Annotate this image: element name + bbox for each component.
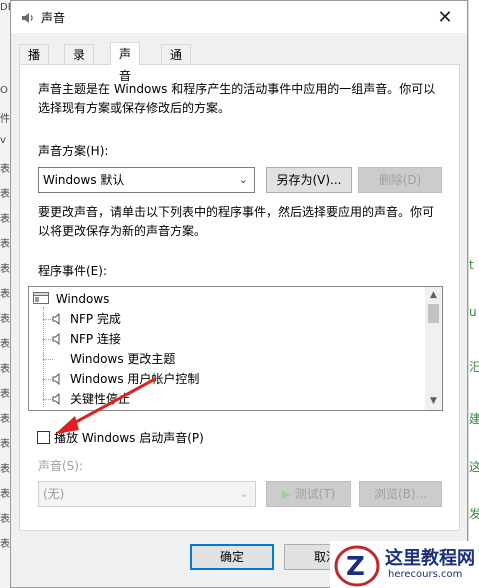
scroll-up-icon[interactable]: ▲ [425, 287, 442, 304]
watermark-logo-icon: Z [334, 545, 380, 587]
list-item-label: NFP 连接 [70, 332, 121, 346]
watermark-title: 这里教程网 [385, 548, 475, 569]
scheme-label: 声音方案(H): [38, 144, 109, 158]
speaker-icon [52, 333, 60, 345]
background-text-fragment: 件 [0, 114, 10, 125]
background-text-fragment: t [469, 258, 474, 272]
title-bar: 声音 ✕ [11, 1, 467, 33]
tab-communications[interactable]: 通信 [161, 44, 192, 82]
background-text-fragment: 表 [0, 289, 10, 300]
background-text-fragment: 发 [469, 507, 479, 521]
background-text-fragment: 表 [0, 439, 10, 450]
ok-button[interactable]: 确定 [190, 544, 274, 570]
scroll-down-icon[interactable]: ▼ [425, 393, 442, 410]
sound-value: (无) [43, 487, 65, 501]
play-icon: ▶ [281, 487, 291, 501]
list-item-label: NFP 完成 [70, 312, 121, 326]
background-text-fragment: O [0, 85, 8, 96]
close-icon: ✕ [437, 6, 453, 28]
background-text-fragment: 表 [0, 264, 10, 275]
tree-connector [43, 359, 53, 360]
background-text-fragment: 表 [0, 364, 10, 375]
sound-label: 声音(S): [38, 459, 84, 473]
scheme-dropdown[interactable]: Windows 默认 ⌄ [38, 167, 255, 193]
list-item-label: Windows [55, 292, 110, 306]
tab-recording[interactable]: 录制 [64, 44, 95, 82]
background-text-fragment: 表 [0, 339, 10, 350]
scheme-value: Windows 默认 [43, 173, 125, 187]
background-text-fragment: 表 [0, 389, 10, 400]
browse-button[interactable]: 浏览(B)... [359, 481, 442, 507]
background-text-fragment: v [0, 135, 6, 146]
background-text-fragment: 表 [0, 239, 10, 250]
background-text-fragment: 这 [469, 460, 479, 474]
sound-dropdown[interactable]: (无) ⌄ [38, 481, 256, 507]
background-text-fragment: 汜 [469, 360, 479, 374]
close-button[interactable]: ✕ [423, 1, 467, 33]
watermark: Z 这里教程网 herecours.com [330, 541, 479, 588]
background-text-fragment: 表 [0, 514, 10, 525]
svg-text:Z: Z [346, 552, 365, 582]
change-description: 要更改声音，请单击以下列表中的程序事件，然后选择要应用的声音。你可以将更改保存为… [38, 205, 435, 238]
background-text-fragment: 表 [0, 539, 10, 550]
list-scrollbar[interactable]: ▲ ▼ [425, 287, 442, 410]
background-text-fragment: DE [0, 2, 10, 13]
background-app-right: t u 汜建这发 [468, 0, 479, 588]
background-text-fragment: u [469, 305, 477, 319]
sound-dialog: 声音 ✕ 播放 录制 声音 通信 声音主题是在 Windows 和程序产生的活动… [10, 0, 468, 588]
test-label: 测试(T) [294, 487, 336, 501]
annotation-arrow-icon [55, 377, 156, 434]
background-text-fragment: 表 [0, 489, 10, 500]
background-text-fragment: 表 [0, 214, 10, 225]
delete-button[interactable]: 删除(D) [358, 167, 442, 193]
window-title: 声音 [41, 11, 66, 25]
events-label: 程序事件(E): [38, 264, 107, 278]
scroll-thumb[interactable] [428, 304, 439, 323]
tab-playback[interactable]: 播放 [19, 44, 50, 82]
background-text-fragment: 表 [0, 189, 10, 200]
background-text-fragment: 表 [0, 164, 10, 175]
background-text-fragment: 表 [0, 414, 10, 425]
list-item-label: Windows 更改主题 [70, 352, 176, 366]
window-icon [33, 292, 49, 304]
tab-sounds[interactable]: 声音 [110, 42, 141, 83]
background-text-fragment: 建 [469, 412, 479, 426]
speaker-app-icon [22, 13, 33, 23]
test-button[interactable]: ▶ 测试(T) [266, 481, 351, 507]
chevron-down-icon: ⌄ [239, 487, 249, 500]
watermark-url: herecours.com [388, 569, 463, 580]
startup-sound-checkbox[interactable] [37, 431, 50, 444]
list-item[interactable]: Windows [33, 289, 109, 309]
speaker-icon [52, 313, 60, 325]
save-as-button[interactable]: 另存为(V)... [266, 167, 352, 193]
background-text-fragment: 表 [0, 314, 10, 325]
background-text-fragment: 表 [0, 464, 10, 475]
chevron-down-icon: ⌄ [238, 173, 248, 186]
scheme-description: 声音主题是在 Windows 和程序产生的活动事件中应用的一组声音。你可以选择现… [38, 82, 436, 115]
tree-connector [43, 307, 44, 407]
